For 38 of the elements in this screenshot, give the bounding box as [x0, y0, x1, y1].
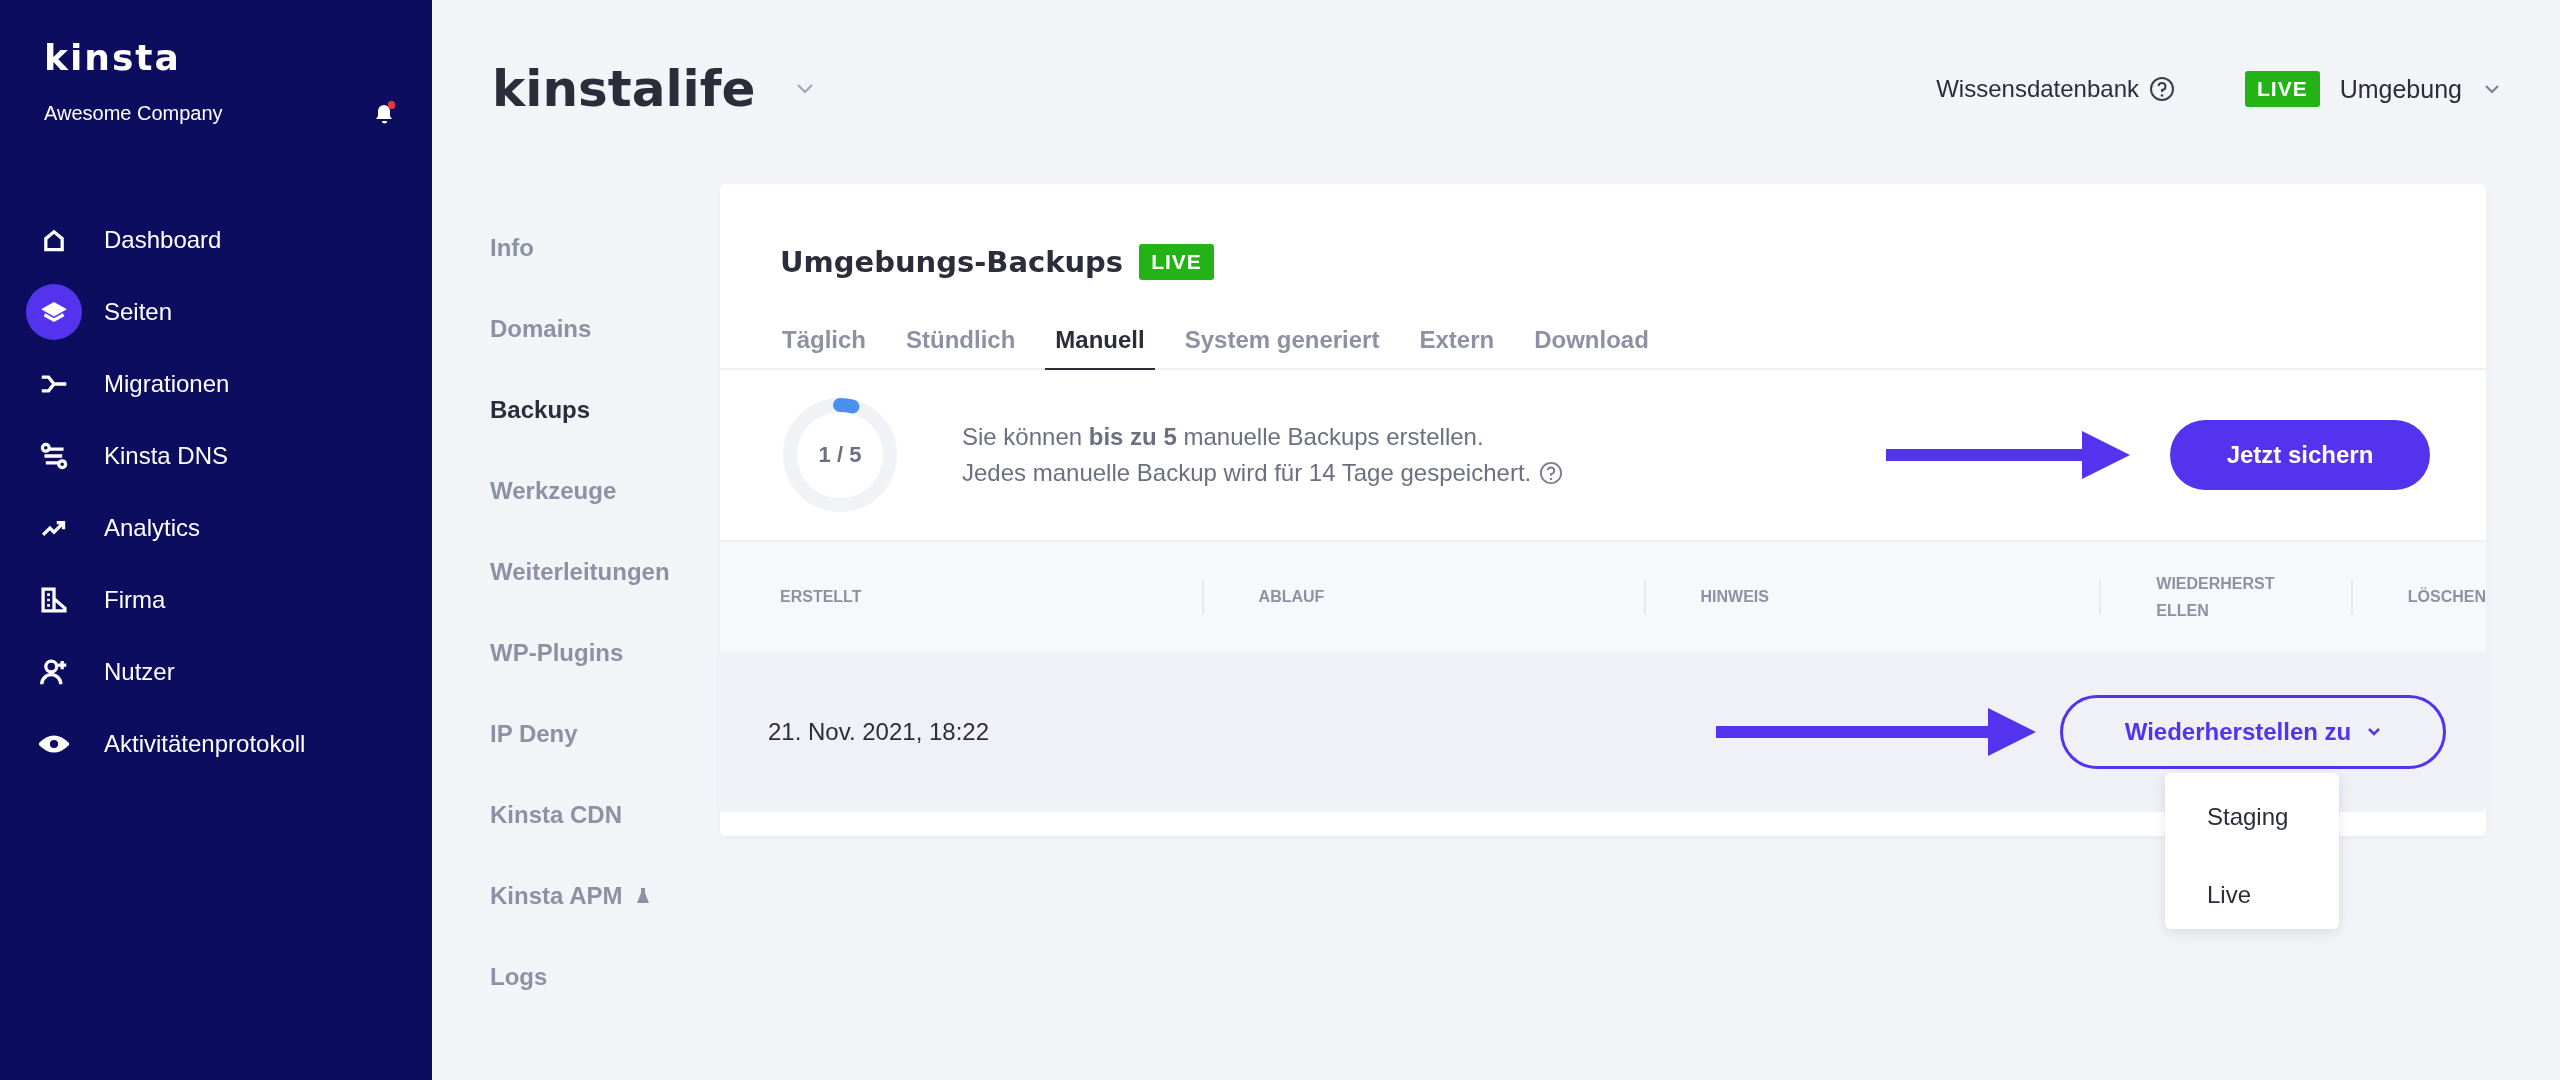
nav-item[interactable]: Dashboard [26, 212, 230, 268]
info-text: Sie können bis zu 5 manuelle Backups erstellen. [962, 423, 1484, 451]
column-header: WIEDERHERSTELLEN [2156, 573, 2276, 621]
caret-icon [2367, 727, 2382, 737]
live-badge: LIVE [1139, 244, 1214, 280]
nav-item[interactable]: Migrationen [26, 356, 238, 412]
nav-item[interactable]: Firma [26, 572, 174, 628]
help-icon[interactable] [2149, 76, 2175, 102]
logo[interactable]: kinsta [44, 38, 181, 78]
company-name: Awesome Company [44, 101, 223, 125]
nav-item[interactable]: Nutzer [26, 644, 183, 700]
environment-selector[interactable]: Umgebung [2339, 74, 2462, 104]
column-header: HINWEIS [1700, 588, 1770, 606]
backup-date: 21. Nov. 2021, 18:22 [768, 718, 990, 746]
column-header: ERSTELLT [780, 588, 863, 606]
nav-item[interactable]: Aktivitätenprotokoll [26, 716, 314, 772]
site-name: kinstalife [492, 60, 756, 118]
column-header: ABLAUF [1258, 588, 1326, 606]
chevron-down-icon[interactable] [795, 83, 816, 95]
menu-item[interactable]: Live [2207, 881, 2252, 909]
restore-button[interactable]: Wiederherstellen zu [2060, 695, 2446, 769]
chevron-down-icon[interactable] [2482, 83, 2502, 95]
backup-now-button[interactable]: Jetzt sichern [2170, 420, 2430, 490]
live-badge: LIVE [2245, 71, 2320, 107]
column-header: LÖSCHEN [2407, 588, 2486, 606]
nav-item[interactable]: Seiten [26, 284, 181, 340]
nav-item[interactable]: Analytics [26, 500, 209, 556]
info-text: Jedes manuelle Backup wird für 14 Tage gespeichert. [962, 459, 1532, 487]
menu-item[interactable]: Staging [2207, 803, 2289, 831]
card-title: Umgebungs-Backups [780, 245, 1124, 279]
usage-reading: 1 / 5 [818, 442, 862, 468]
knowledge-base-link[interactable]: Wissensdatenbank [1936, 75, 2139, 103]
tab[interactable]: Manuell [1045, 326, 1155, 370]
building-icon [39, 585, 69, 615]
nav-item[interactable]: Kinsta DNS [26, 428, 237, 484]
route-icon [39, 441, 69, 471]
subnav-item[interactable]: Backups [490, 396, 591, 424]
user-plus-icon [39, 657, 69, 687]
